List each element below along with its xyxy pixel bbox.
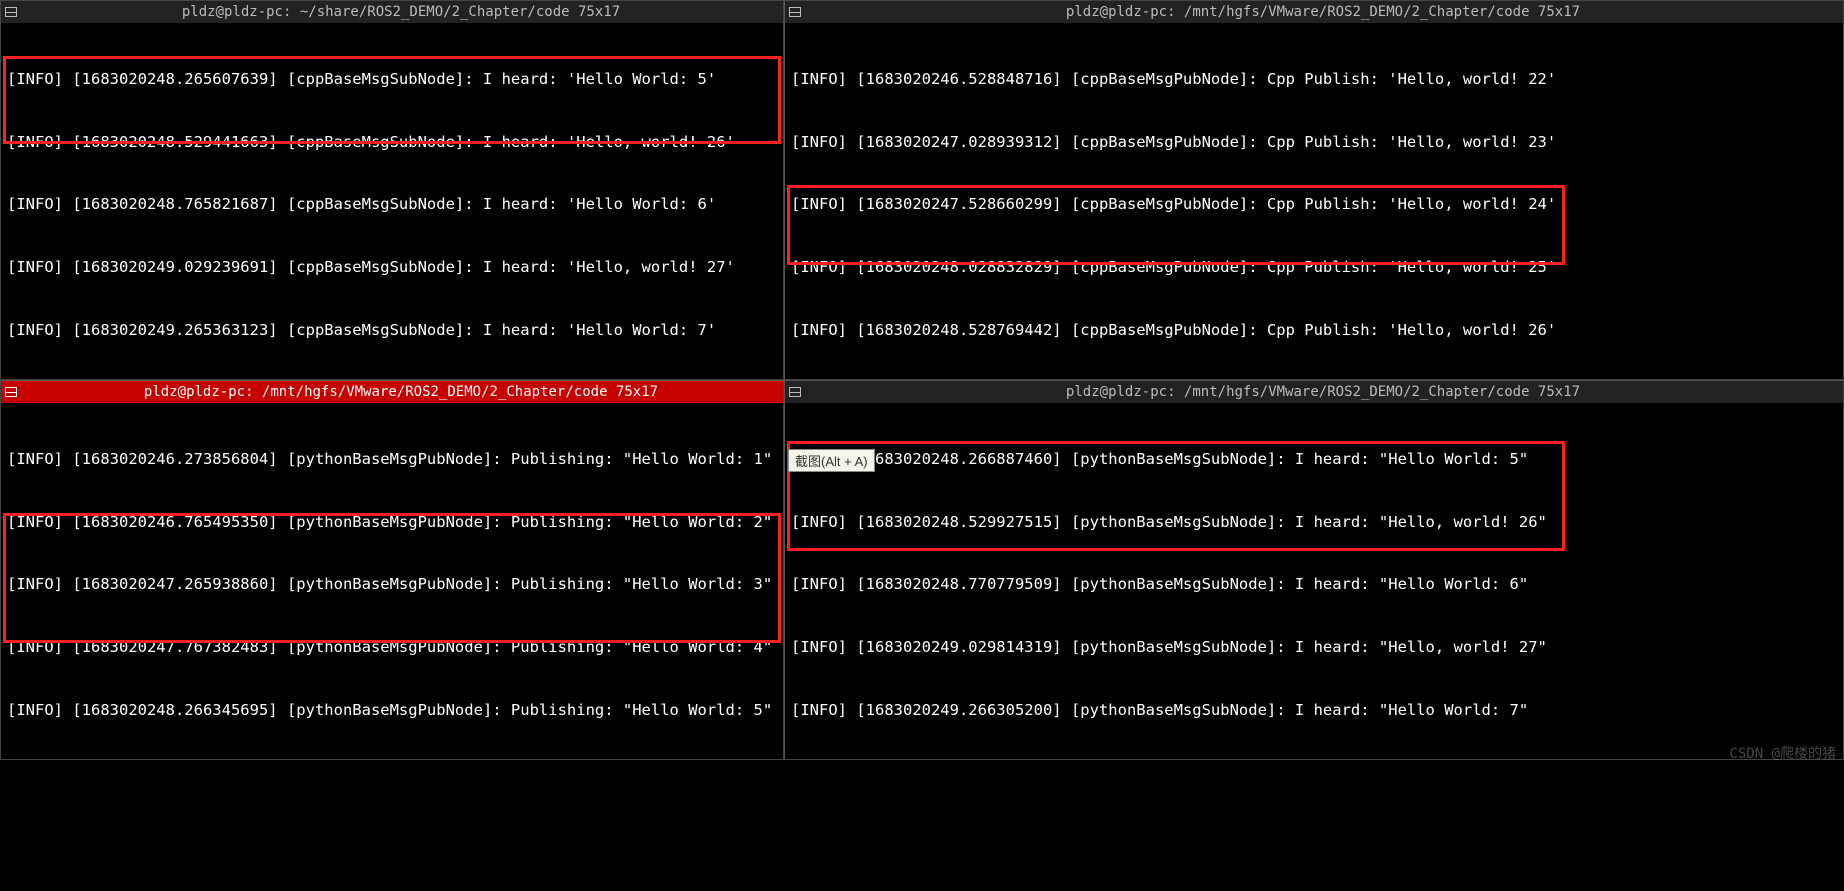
log-line: [INFO] [1683020248.528769442] [cppBaseMs… (791, 320, 1837, 341)
log-line: [INFO] [1683020247.767382483] [pythonBas… (7, 637, 777, 658)
titlebar-text: pldz@pldz-pc: /mnt/hgfs/VMware/ROS2_DEMO… (807, 384, 1839, 400)
split-horizontal[interactable] (0, 380, 1844, 381)
titlebar-text: pldz@pldz-pc: ~/share/ROS2_DEMO/2_Chapte… (23, 4, 779, 20)
log-line: [INFO] [1683020248.266887460] [pythonBas… (791, 449, 1837, 470)
log-line: [INFO] [1683020248.028832829] [cppBaseMs… (791, 257, 1837, 278)
screenshot-tooltip: 截图(Alt + A) (788, 449, 875, 472)
terminal-output[interactable]: [INFO] [1683020248.266887460] [pythonBas… (785, 403, 1843, 760)
pane-icon (789, 7, 801, 17)
log-line: [INFO] [1683020249.265363123] [cppBaseMs… (7, 320, 777, 341)
pane-top-right[interactable]: pldz@pldz-pc: /mnt/hgfs/VMware/ROS2_DEMO… (784, 0, 1844, 380)
log-line: [INFO] [1683020248.770779509] [pythonBas… (791, 574, 1837, 595)
titlebar[interactable]: pldz@pldz-pc: /mnt/hgfs/VMware/ROS2_DEMO… (1, 381, 783, 403)
pane-icon (5, 7, 17, 17)
log-line: [INFO] [1683020248.765821687] [cppBaseMs… (7, 194, 777, 215)
pane-icon (789, 387, 801, 397)
pane-top-left[interactable]: pldz@pldz-pc: ~/share/ROS2_DEMO/2_Chapte… (0, 0, 784, 380)
terminal-output[interactable]: [INFO] [1683020246.528848716] [cppBaseMs… (785, 23, 1843, 380)
log-line: [INFO] [1683020248.266345695] [pythonBas… (7, 700, 777, 721)
log-line: [INFO] [1683020248.529441663] [cppBaseMs… (7, 132, 777, 153)
log-line: [INFO] [1683020249.266305200] [pythonBas… (791, 700, 1837, 721)
titlebar[interactable]: pldz@pldz-pc: /mnt/hgfs/VMware/ROS2_DEMO… (785, 381, 1843, 403)
pane-bottom-right[interactable]: pldz@pldz-pc: /mnt/hgfs/VMware/ROS2_DEMO… (784, 380, 1844, 760)
log-line: [INFO] [1683020248.529927515] [pythonBas… (791, 512, 1837, 533)
log-line: [INFO] [1683020246.765495350] [pythonBas… (7, 512, 777, 533)
terminal-output[interactable]: [INFO] [1683020248.265607639] [cppBaseMs… (1, 23, 783, 380)
pane-icon (5, 387, 17, 397)
log-line: [INFO] [1683020247.265938860] [pythonBas… (7, 574, 777, 595)
pane-bottom-left[interactable]: pldz@pldz-pc: /mnt/hgfs/VMware/ROS2_DEMO… (0, 380, 784, 760)
titlebar[interactable]: pldz@pldz-pc: ~/share/ROS2_DEMO/2_Chapte… (1, 1, 783, 23)
watermark: CSDN @爬楼的猪 (1729, 743, 1836, 763)
log-line: [INFO] [1683020249.029239691] [cppBaseMs… (7, 257, 777, 278)
log-line: [INFO] [1683020248.265607639] [cppBaseMs… (7, 69, 777, 90)
titlebar-text: pldz@pldz-pc: /mnt/hgfs/VMware/ROS2_DEMO… (807, 4, 1839, 20)
titlebar[interactable]: pldz@pldz-pc: /mnt/hgfs/VMware/ROS2_DEMO… (785, 1, 1843, 23)
log-line: [INFO] [1683020247.528660299] [cppBaseMs… (791, 194, 1837, 215)
titlebar-text: pldz@pldz-pc: /mnt/hgfs/VMware/ROS2_DEMO… (23, 384, 779, 400)
log-line: [INFO] [1683020247.028939312] [cppBaseMs… (791, 132, 1837, 153)
log-line: [INFO] [1683020246.528848716] [cppBaseMs… (791, 69, 1837, 90)
log-line: [INFO] [1683020246.273856804] [pythonBas… (7, 449, 777, 470)
terminal-output[interactable]: [INFO] [1683020246.273856804] [pythonBas… (1, 403, 783, 760)
log-line: [INFO] [1683020249.029814319] [pythonBas… (791, 637, 1837, 658)
